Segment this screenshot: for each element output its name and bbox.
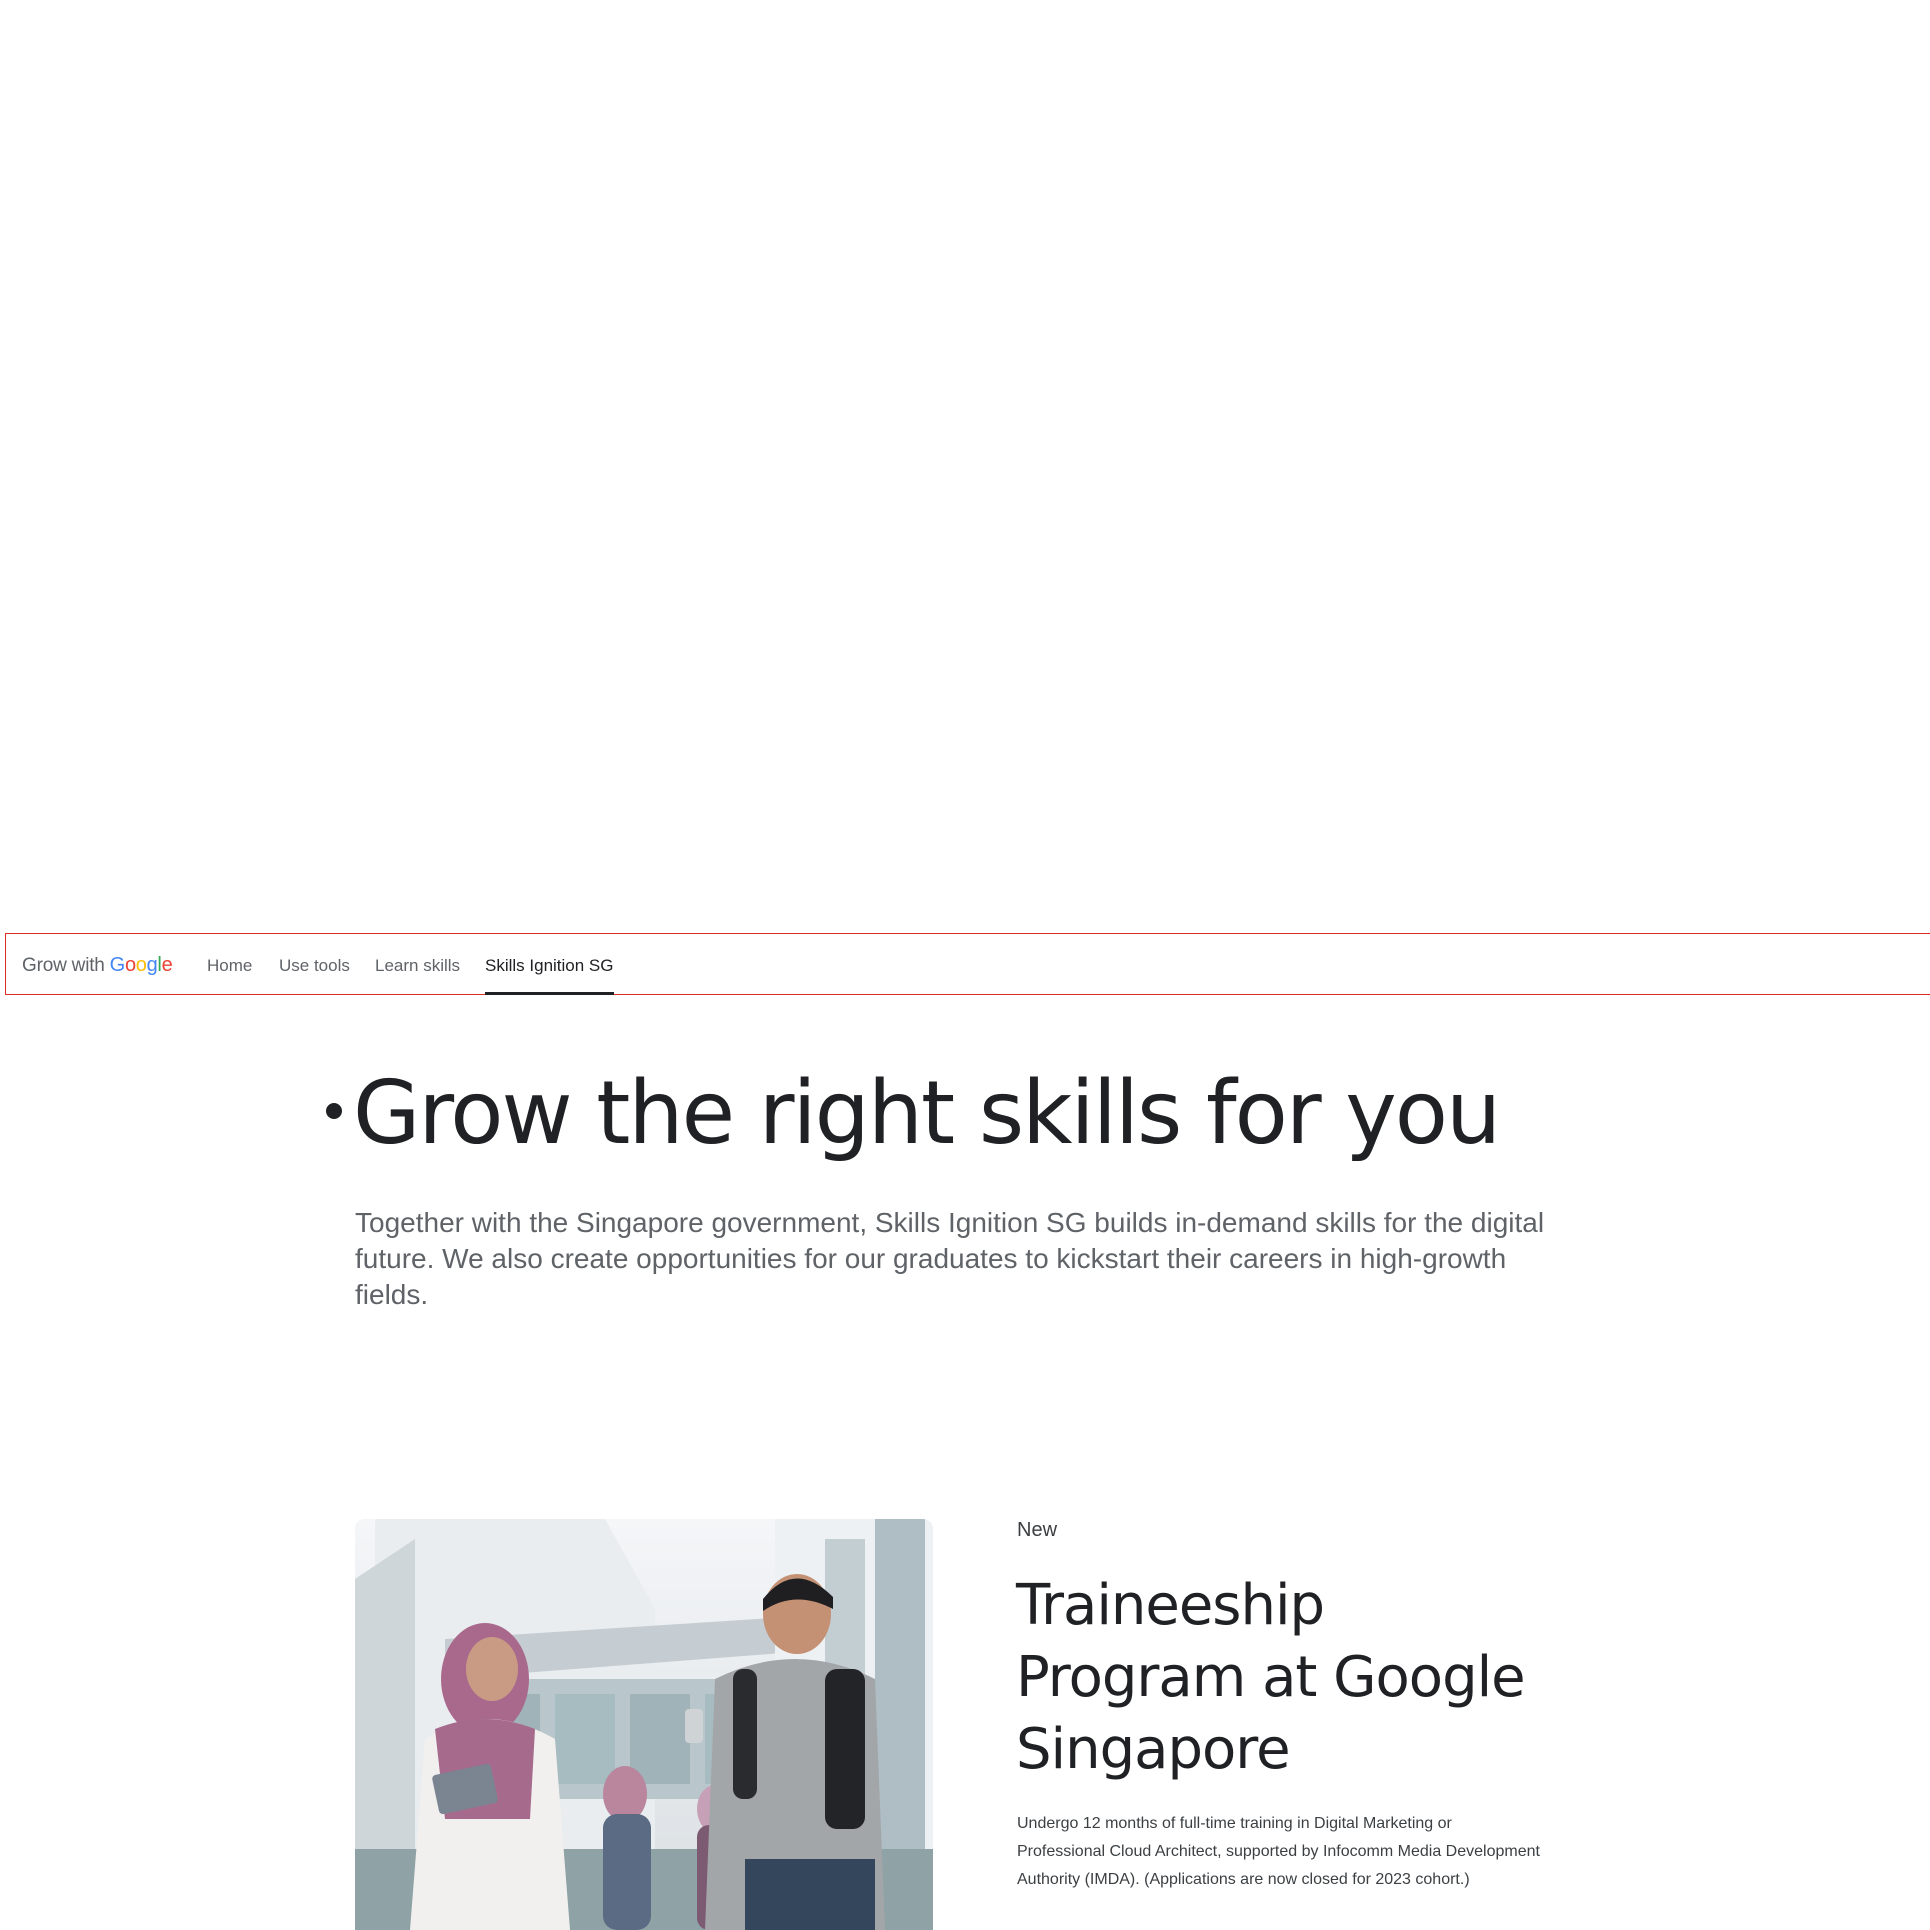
grow-with-google-logo[interactable]: Grow with Google [22,954,173,977]
students-photo [355,1519,933,1930]
google-letter-g2: g [146,954,158,976]
google-letter-e: e [161,954,173,976]
top-navigation-bar: Grow with Google Home Use tools Learn sk… [5,933,1930,995]
feature-description: Undergo 12 months of full-time training … [1017,1815,1540,1888]
nav-home[interactable]: Home [207,956,252,976]
hero-description: Together with the Singapore government, … [355,1207,1545,1310]
nav-skills-ignition-sg[interactable]: Skills Ignition SG [485,956,614,976]
google-wordmark: Google [110,954,173,977]
bullet-dot [326,1103,342,1119]
google-letter-g: G [109,954,126,976]
google-letter-o2: o [135,954,147,976]
students-photo-illustration [355,1519,933,1930]
active-tab-indicator [485,992,614,995]
page-title: Grow the right skills for you [353,1062,1501,1164]
new-label: New [1017,1519,1058,1541]
page: Grow with Google Home Use tools Learn sk… [0,0,1930,1930]
brand-prefix: Grow with [22,955,105,976]
feature-title[interactable]: Traineeship Program at Google Singapore [1016,1570,1556,1786]
nav-use-tools[interactable]: Use tools [279,956,350,976]
google-letter-o1: o [124,954,136,976]
nav-learn-skills[interactable]: Learn skills [375,956,460,976]
